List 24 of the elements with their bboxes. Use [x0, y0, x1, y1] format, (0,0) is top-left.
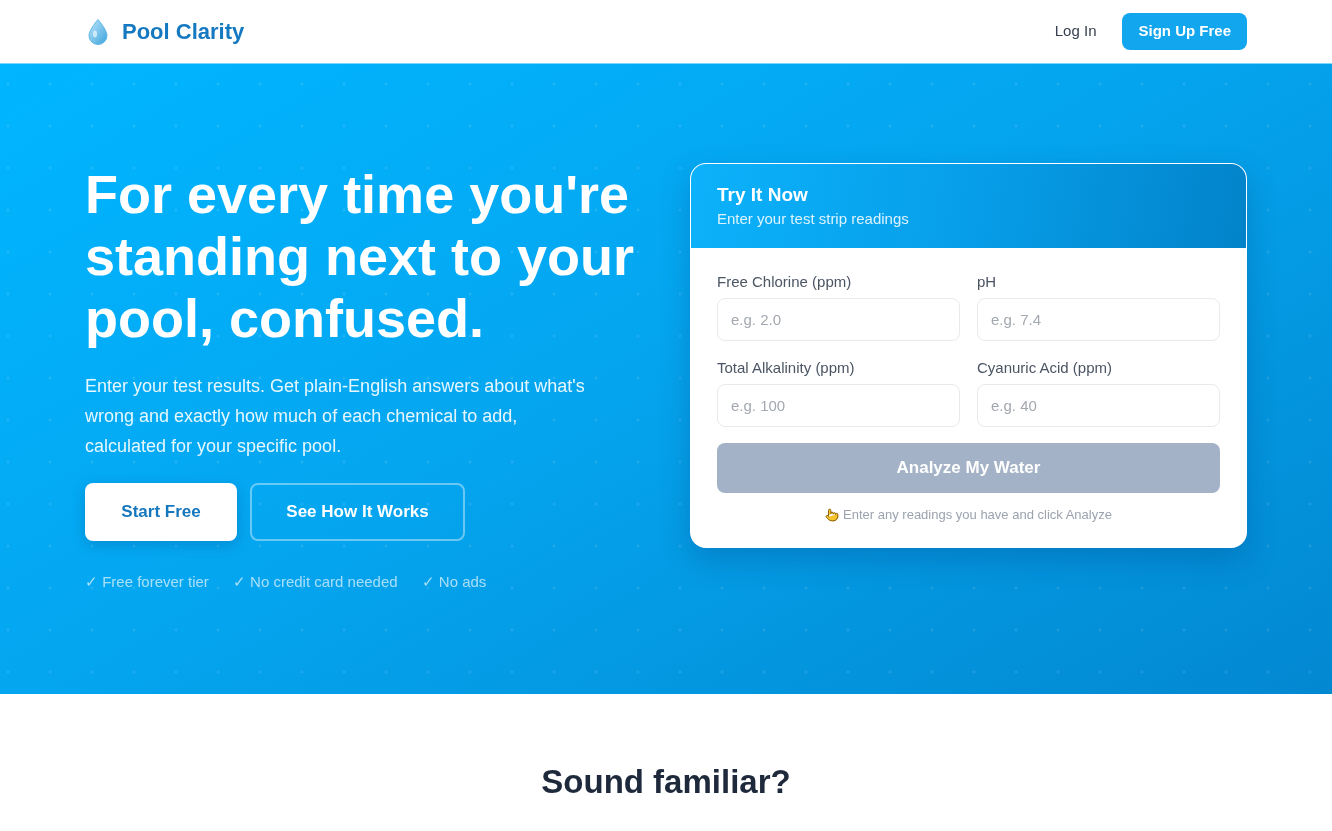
hero-headline: For every time you're standing next to your pool, confused.	[85, 163, 636, 349]
hero-description: Enter your test results. Get plain-English answers about what's wrong and exactly how much of each chemical to add, calculated for your specific pool.	[85, 375, 586, 458]
card-title: Try It Now	[717, 183, 809, 207]
perk-text: ✓ Free forever tier	[85, 572, 209, 592]
field-label: pH	[977, 273, 998, 291]
signup-button[interactable]: Sign Up Free	[1122, 13, 1247, 50]
perk-text: ✓ No credit card needed	[232, 572, 398, 592]
section-title: Sound familiar?	[541, 762, 791, 802]
pointing-hand-icon	[825, 507, 840, 522]
field-label: Total Alkalinity (ppm)	[717, 359, 856, 377]
reading-input[interactable]: e.g. 100	[717, 384, 960, 427]
card-subtitle: Enter your test strip readings	[717, 210, 910, 228]
login-link[interactable]: Log In	[1054, 20, 1097, 43]
perk-text: ✓ No ads	[421, 572, 487, 592]
reading-input[interactable]: e.g. 2.0	[717, 298, 960, 341]
reading-input[interactable]: e.g. 40	[977, 384, 1220, 427]
field-label: Cyanuric Acid (ppm)	[977, 359, 1114, 377]
reading-input[interactable]: e.g. 7.4	[977, 298, 1220, 341]
brand-name: Pool Clarity	[122, 18, 245, 46]
water-drop-icon	[88, 18, 108, 45]
see-how-it-works-button[interactable]: See How It Works	[250, 483, 465, 541]
start-free-button[interactable]: Start Free	[85, 483, 237, 541]
card-hint: Enter any readings you have and click Analyze	[843, 506, 1112, 524]
field-label: Free Chlorine (ppm)	[717, 273, 853, 291]
